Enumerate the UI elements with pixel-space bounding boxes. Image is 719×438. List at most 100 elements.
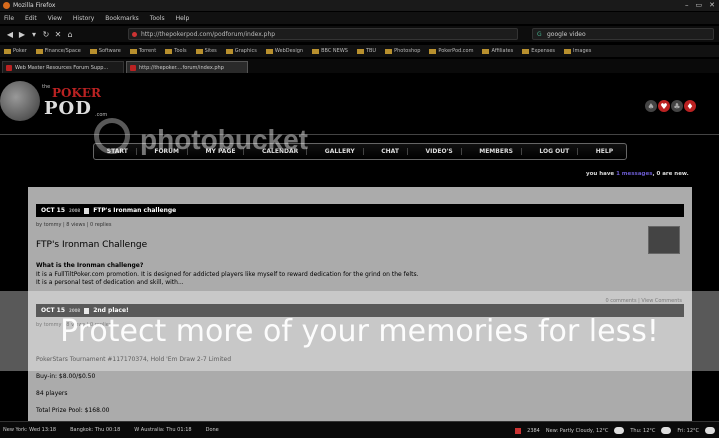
bookmark-item[interactable]: Poker	[4, 48, 27, 54]
menu-bookmarks[interactable]: Bookmarks	[105, 15, 139, 22]
photobucket-logo-icon	[94, 118, 130, 154]
folder-icon	[89, 48, 97, 54]
folder-icon	[165, 48, 173, 54]
cloud-icon	[661, 427, 672, 434]
firefox-icon	[3, 2, 10, 9]
folder-icon	[522, 48, 530, 54]
post-header-bar: OCT 15 2008 FTP's Ironman challenge	[36, 204, 684, 217]
nav-help[interactable]: HELP	[588, 148, 621, 155]
folder-icon	[4, 48, 11, 54]
dropdown-icon[interactable]: ▾	[28, 30, 40, 39]
tab-favicon-icon	[130, 64, 136, 71]
bookmark-item[interactable]: Photoshop	[385, 48, 420, 54]
bookmark-item[interactable]: BBC NEWS	[312, 48, 348, 54]
post-year: 2008	[69, 208, 81, 213]
stop-icon[interactable]: ✕	[52, 30, 64, 39]
document-icon	[84, 207, 90, 214]
menu-help[interactable]: Help	[176, 15, 190, 22]
close-button[interactable]: ✕	[709, 1, 715, 9]
bookmark-item[interactable]: Images	[564, 48, 591, 54]
messages-link[interactable]: 1 messages	[616, 171, 652, 177]
bookmark-item[interactable]: Graphics	[225, 48, 257, 54]
site-logo[interactable]: the POKER POD .com	[40, 84, 108, 122]
post-body: It is a FullTiltPoker.com promotion. It …	[36, 271, 419, 286]
bookmark-item[interactable]: Software	[89, 48, 121, 54]
url-bar[interactable]: http://thepokerpod.com/podforum/index.ph…	[128, 28, 518, 40]
clock-bangkok: Bangkok: Thu 00:18	[70, 427, 121, 433]
heart-icon: ♥	[658, 100, 670, 112]
url-text[interactable]: http://thepokerpod.com/podforum/index.ph…	[141, 31, 275, 38]
status-count: 2384	[527, 427, 540, 434]
nav-videos[interactable]: VIDEO'S	[417, 148, 462, 155]
menu-file[interactable]: File	[4, 15, 14, 22]
tab-poker-forum[interactable]: http://thepoker....forum/index.php	[126, 61, 248, 73]
folder-icon	[385, 48, 393, 54]
menu-view[interactable]: View	[48, 15, 62, 22]
folder-icon	[129, 48, 137, 54]
bookmark-item[interactable]: Finance/Space	[35, 48, 81, 54]
nav-members[interactable]: MEMBERS	[471, 148, 522, 155]
post-meta: by tommy | 8 views | 0 replies	[36, 222, 112, 228]
menu-bar: File Edit View History Bookmarks Tools H…	[0, 12, 719, 24]
folder-icon	[195, 48, 203, 54]
moon-image	[0, 81, 40, 121]
menu-history[interactable]: History	[73, 15, 94, 22]
bookmark-item[interactable]: TBU	[356, 48, 376, 54]
title-bar: Mozilla Firefox – ▭ ✕	[0, 0, 719, 11]
window-controls: – ▭ ✕	[685, 1, 715, 9]
cloud-icon	[614, 427, 625, 434]
folder-icon	[35, 48, 43, 54]
bookmarks-toolbar: Poker Finance/Space Software Torrent Too…	[0, 45, 719, 57]
photobucket-watermark: photobucket	[140, 124, 308, 155]
tab-strip: Web Master Resources Forum Supp... http:…	[0, 59, 719, 73]
post-date: OCT 15	[41, 207, 66, 214]
window-title: Mozilla Firefox	[13, 2, 56, 9]
post-line: 84 players	[36, 390, 68, 397]
menu-edit[interactable]: Edit	[25, 15, 37, 22]
tab-web-master[interactable]: Web Master Resources Forum Supp...	[2, 61, 124, 73]
search-input[interactable]: google video	[547, 31, 586, 38]
bookmark-item[interactable]: Expenses	[522, 48, 555, 54]
nav-chat[interactable]: CHAT	[373, 148, 408, 155]
minimize-button[interactable]: –	[685, 1, 689, 9]
weather-fri[interactable]: Fri: 12°C	[677, 428, 699, 434]
google-icon: G	[537, 31, 542, 38]
nav-log-out[interactable]: LOG OUT	[531, 148, 579, 155]
folder-icon	[482, 48, 490, 54]
user-message-line: you have 1 messages, 0 are new.	[586, 171, 689, 177]
post-subtitle: What is the Ironman challenge?	[36, 262, 144, 269]
post-bar-title[interactable]: FTP's Ironman challenge	[93, 207, 176, 214]
status-right: 2384 New: Partly Cloudy, 12°C Thu: 12°C …	[515, 423, 719, 438]
post-thumbnail[interactable]	[648, 226, 680, 254]
bookmark-item[interactable]: Sites	[195, 48, 217, 54]
post-line: Buy-in: $8.00/$0.50	[36, 373, 96, 380]
forward-icon[interactable]: ▶	[16, 30, 28, 39]
status-text: Done	[205, 427, 219, 433]
maximize-button[interactable]: ▭	[696, 1, 703, 9]
bookmark-item[interactable]: Affiliates	[482, 48, 513, 54]
post: OCT 15 2008 FTP's Ironman challenge by t…	[36, 204, 684, 304]
folder-icon	[564, 48, 572, 54]
cloud-icon	[705, 427, 715, 434]
menu-tools[interactable]: Tools	[150, 15, 165, 22]
back-icon[interactable]: ◀	[4, 30, 16, 39]
nav-gallery[interactable]: GALLERY	[317, 148, 364, 155]
addon-icon[interactable]	[515, 427, 522, 434]
weather-thu[interactable]: Thu: 12°C	[630, 428, 655, 434]
reload-icon[interactable]: ↻	[40, 30, 52, 39]
folder-icon	[356, 48, 364, 54]
home-icon[interactable]: ⌂	[64, 30, 76, 39]
folder-icon	[312, 48, 320, 54]
post-title[interactable]: FTP's Ironman Challenge	[36, 240, 684, 250]
clock-w-australia: W Australia: Thu 01:18	[134, 427, 192, 433]
tab-favicon-icon	[6, 64, 12, 71]
photobucket-banner: Protect more of your memories for less!	[0, 291, 719, 371]
search-bar[interactable]: G google video	[532, 28, 714, 40]
bookmark-item[interactable]: Torrent	[129, 48, 156, 54]
bookmark-item[interactable]: PokerPod.com	[429, 48, 473, 54]
bookmark-item[interactable]: WebDesign	[265, 48, 303, 54]
spade-icon: ♠	[645, 100, 657, 112]
weather-now[interactable]: New: Partly Cloudy, 12°C	[546, 428, 609, 434]
bookmark-item[interactable]: Tools	[165, 48, 187, 54]
folder-icon	[265, 48, 273, 54]
